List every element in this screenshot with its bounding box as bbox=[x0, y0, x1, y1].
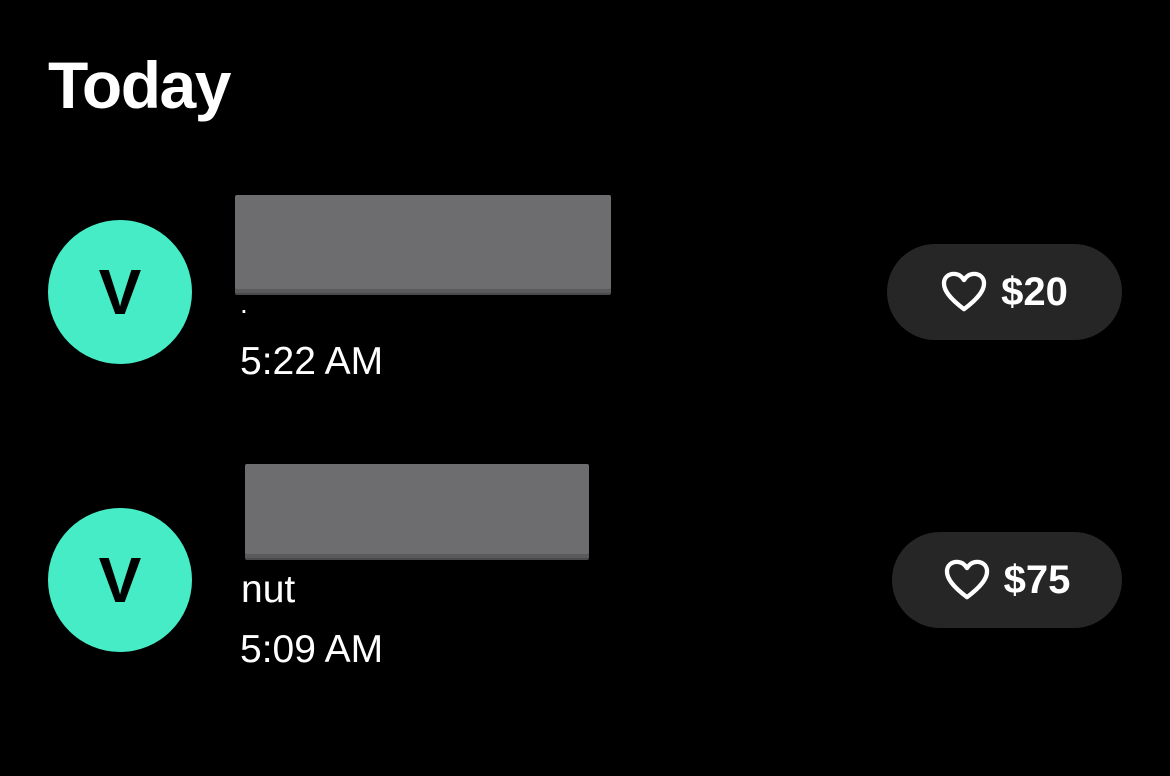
like-amount-button[interactable]: $75 bbox=[892, 532, 1122, 628]
amount-label: $20 bbox=[1001, 270, 1068, 314]
amount-label: $75 bbox=[1003, 558, 1071, 602]
redacted-name-block bbox=[245, 464, 589, 558]
transaction-row[interactable]: V . 5:22 AM $20 bbox=[0, 190, 1170, 390]
transaction-time: 5:09 AM bbox=[240, 628, 384, 671]
activity-feed: Today V . 5:22 AM $20 V nut 5:09 AM $75 bbox=[0, 0, 1170, 776]
section-title: Today bbox=[48, 48, 231, 122]
redacted-name-block bbox=[235, 195, 611, 293]
transaction-note: nut bbox=[241, 568, 296, 611]
avatar[interactable]: V bbox=[48, 220, 192, 364]
heart-outline-icon bbox=[941, 271, 987, 312]
transaction-row[interactable]: V nut 5:09 AM $75 bbox=[0, 460, 1170, 669]
like-amount-button[interactable]: $20 bbox=[887, 244, 1122, 340]
transaction-time: 5:22 AM bbox=[240, 340, 384, 383]
avatar[interactable]: V bbox=[48, 508, 192, 652]
heart-outline-icon bbox=[944, 559, 989, 600]
transaction-note: . bbox=[240, 288, 248, 319]
